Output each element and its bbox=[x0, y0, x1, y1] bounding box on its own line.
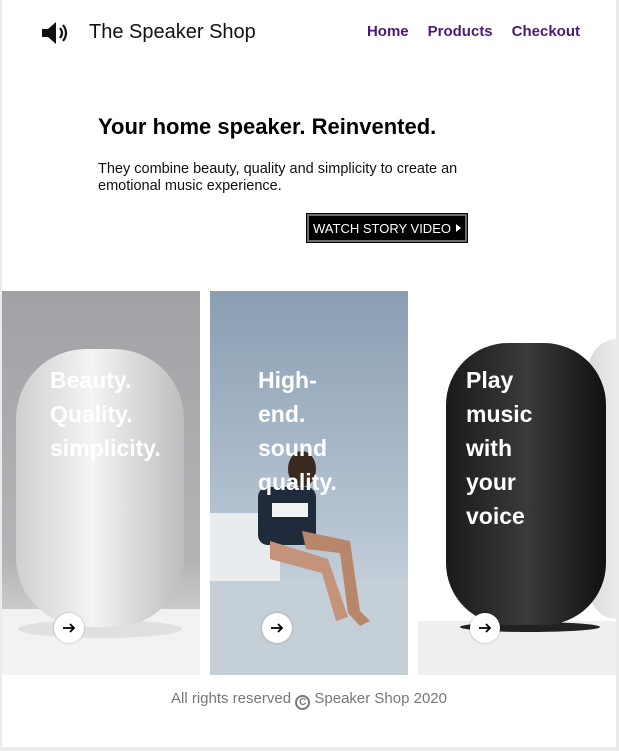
product-card-voice[interactable]: Play music with your voice bbox=[418, 291, 616, 675]
nav-checkout[interactable]: Checkout bbox=[512, 23, 580, 40]
arrow-right-icon[interactable] bbox=[470, 613, 500, 643]
main-nav: Home Products Checkout bbox=[367, 23, 580, 40]
hero-title: Your home speaker. Reinvented. bbox=[98, 114, 437, 139]
arrow-right-icon[interactable] bbox=[54, 613, 84, 643]
footer-rights: All rights reserved bbox=[171, 690, 292, 707]
card-caption: High-end. sound quality. bbox=[258, 367, 337, 495]
hero-description: They combine beauty, quality and simplic… bbox=[98, 161, 458, 194]
watch-story-video-button[interactable]: WATCH STORY VIDEO bbox=[306, 213, 468, 243]
speaker-volume-icon[interactable] bbox=[40, 20, 72, 46]
footer: All rights reserved C Speaker Shop 2020 bbox=[2, 690, 616, 710]
white-speaker-image bbox=[2, 291, 200, 675]
product-card-beauty[interactable]: Beauty. Quality. simplicity. bbox=[2, 291, 200, 675]
nav-products[interactable]: Products bbox=[428, 23, 493, 40]
page: The Speaker Shop Home Products Checkout … bbox=[2, 0, 616, 747]
play-triangle-icon bbox=[455, 224, 461, 232]
copyright-icon: C bbox=[295, 695, 311, 710]
card-caption: Beauty. Quality. simplicity. bbox=[50, 367, 161, 461]
arrow-right-icon[interactable] bbox=[262, 613, 292, 643]
card-caption: Play music with your voice bbox=[466, 367, 533, 529]
brand-name[interactable]: The Speaker Shop bbox=[89, 21, 256, 44]
footer-company: Speaker Shop 2020 bbox=[314, 690, 447, 707]
product-card-sound-quality[interactable]: High-end. sound quality. bbox=[210, 291, 408, 675]
cta-label: WATCH STORY VIDEO bbox=[313, 220, 451, 236]
nav-home[interactable]: Home bbox=[367, 23, 409, 40]
